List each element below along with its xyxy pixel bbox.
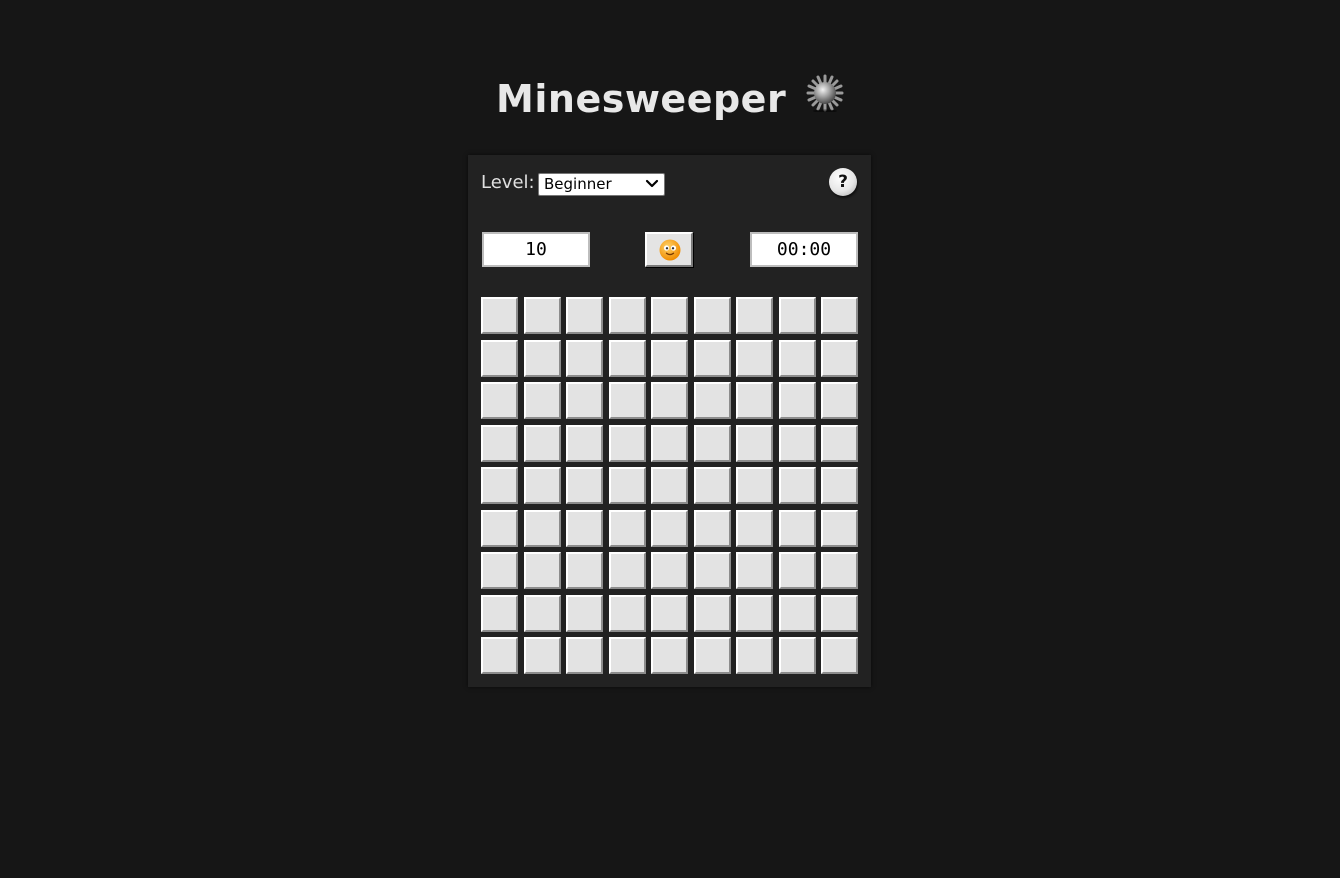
game-panel: Level: Beginner ? 10 00:00 xyxy=(468,155,871,687)
grid-cell[interactable] xyxy=(821,467,858,504)
grid-cell[interactable] xyxy=(608,594,646,632)
level-select-value: Beginner xyxy=(544,175,612,193)
help-button[interactable]: ? xyxy=(829,168,857,196)
grid-cell[interactable] xyxy=(821,382,858,419)
grid-cell[interactable] xyxy=(523,637,561,674)
grid-cell[interactable] xyxy=(481,297,518,334)
grid-cell[interactable] xyxy=(736,424,773,462)
grid-cell[interactable] xyxy=(608,382,646,419)
grid-cell[interactable] xyxy=(693,637,731,674)
grid-cell[interactable] xyxy=(821,297,858,334)
grid-cell[interactable] xyxy=(693,552,731,589)
grid-cell[interactable] xyxy=(608,297,646,334)
grid-cell[interactable] xyxy=(566,297,603,334)
grid-cell[interactable] xyxy=(821,637,858,674)
smiley-face-icon xyxy=(658,238,682,266)
level-select[interactable]: Beginner xyxy=(538,173,665,196)
grid-cell[interactable] xyxy=(651,424,688,462)
grid-cell[interactable] xyxy=(481,339,518,377)
grid-cell[interactable] xyxy=(481,382,518,419)
grid-cell[interactable] xyxy=(523,467,561,504)
grid-cell[interactable] xyxy=(778,339,816,377)
grid-cell[interactable] xyxy=(693,424,731,462)
grid-cell[interactable] xyxy=(778,424,816,462)
mine-icon xyxy=(806,72,844,126)
grid-cell[interactable] xyxy=(523,424,561,462)
grid-cell[interactable] xyxy=(651,637,688,674)
grid-cell[interactable] xyxy=(651,509,688,547)
grid-cell[interactable] xyxy=(523,594,561,632)
grid-cell[interactable] xyxy=(523,552,561,589)
grid-cell[interactable] xyxy=(693,339,731,377)
grid-cell[interactable] xyxy=(608,637,646,674)
minefield-grid xyxy=(481,297,858,674)
grid-cell[interactable] xyxy=(566,594,603,632)
grid-cell[interactable] xyxy=(651,297,688,334)
grid-cell[interactable] xyxy=(608,339,646,377)
grid-cell[interactable] xyxy=(566,637,603,674)
grid-cell[interactable] xyxy=(821,594,858,632)
grid-cell[interactable] xyxy=(778,552,816,589)
grid-cell[interactable] xyxy=(736,297,773,334)
grid-cell[interactable] xyxy=(481,424,518,462)
grid-cell[interactable] xyxy=(736,594,773,632)
grid-cell[interactable] xyxy=(778,382,816,419)
grid-cell[interactable] xyxy=(736,552,773,589)
grid-cell[interactable] xyxy=(821,424,858,462)
grid-cell[interactable] xyxy=(693,297,731,334)
grid-cell[interactable] xyxy=(651,382,688,419)
grid-cell[interactable] xyxy=(608,424,646,462)
grid-cell[interactable] xyxy=(736,382,773,419)
grid-cell[interactable] xyxy=(566,424,603,462)
level-label: Level: xyxy=(481,172,535,193)
grid-cell[interactable] xyxy=(693,467,731,504)
grid-cell[interactable] xyxy=(736,637,773,674)
grid-cell[interactable] xyxy=(566,552,603,589)
grid-cell[interactable] xyxy=(608,552,646,589)
timer-display: 00:00 xyxy=(750,232,858,267)
page-title: Minesweeper xyxy=(0,72,1340,126)
grid-cell[interactable] xyxy=(693,509,731,547)
grid-cell[interactable] xyxy=(523,297,561,334)
grid-cell[interactable] xyxy=(608,467,646,504)
grid-cell[interactable] xyxy=(523,509,561,547)
grid-cell[interactable] xyxy=(778,467,816,504)
grid-cell[interactable] xyxy=(778,297,816,334)
grid-cell[interactable] xyxy=(481,552,518,589)
reset-button[interactable] xyxy=(645,232,693,267)
grid-cell[interactable] xyxy=(566,382,603,419)
grid-cell[interactable] xyxy=(523,339,561,377)
grid-cell[interactable] xyxy=(481,637,518,674)
grid-cell[interactable] xyxy=(693,382,731,419)
title-text: Minesweeper xyxy=(496,77,787,121)
grid-cell[interactable] xyxy=(736,339,773,377)
grid-cell[interactable] xyxy=(608,509,646,547)
grid-cell[interactable] xyxy=(566,467,603,504)
grid-cell[interactable] xyxy=(778,509,816,547)
grid-cell[interactable] xyxy=(821,509,858,547)
grid-cell[interactable] xyxy=(736,467,773,504)
grid-cell[interactable] xyxy=(693,594,731,632)
grid-cell[interactable] xyxy=(651,339,688,377)
grid-cell[interactable] xyxy=(778,594,816,632)
grid-cell[interactable] xyxy=(778,637,816,674)
grid-cell[interactable] xyxy=(481,594,518,632)
grid-cell[interactable] xyxy=(736,509,773,547)
mine-counter: 10 xyxy=(482,232,590,267)
grid-cell[interactable] xyxy=(651,467,688,504)
grid-cell[interactable] xyxy=(566,339,603,377)
grid-cell[interactable] xyxy=(651,552,688,589)
grid-cell[interactable] xyxy=(821,552,858,589)
grid-cell[interactable] xyxy=(523,382,561,419)
grid-cell[interactable] xyxy=(481,509,518,547)
grid-cell[interactable] xyxy=(481,467,518,504)
grid-cell[interactable] xyxy=(651,594,688,632)
grid-cell[interactable] xyxy=(821,339,858,377)
grid-cell[interactable] xyxy=(566,509,603,547)
chevron-down-icon xyxy=(645,176,659,198)
